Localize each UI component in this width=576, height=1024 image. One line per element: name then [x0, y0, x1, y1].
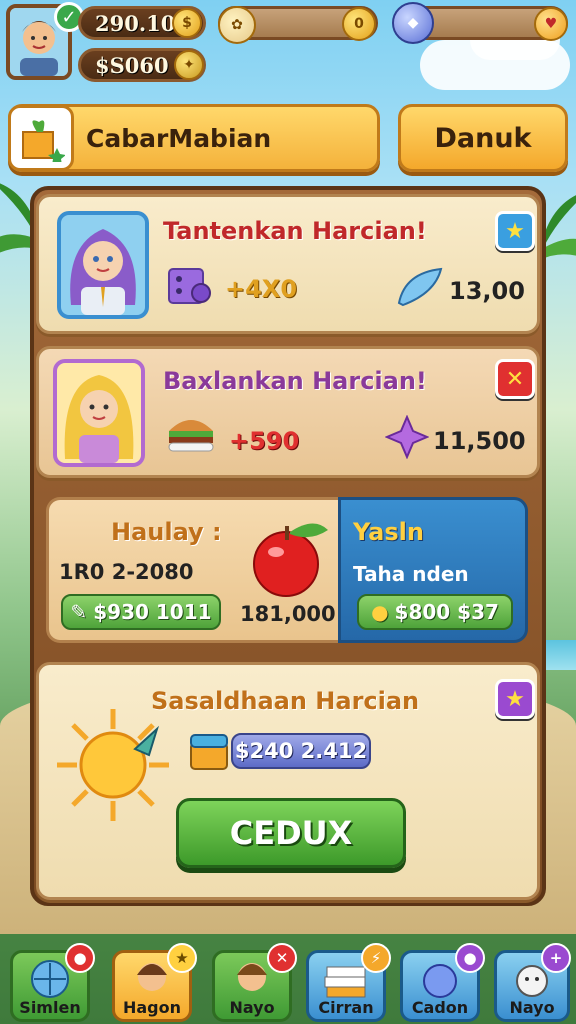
nav-item-simlen[interactable]: ● Simlen [10, 943, 95, 1022]
quest-title-2: Baxlankan Harcian! [163, 367, 427, 395]
burger-icon [163, 409, 219, 459]
nav-item-nayo-2[interactable]: + Nayo [494, 943, 571, 1022]
right-offer-panel[interactable]: Yasln Taha nden ● $800 $37 [338, 497, 528, 643]
cedux-button[interactable]: CEDUX [176, 798, 406, 868]
plus-icon: + [541, 943, 571, 973]
close-icon: ✕ [267, 943, 297, 973]
right-offer-title: Yasln [353, 518, 424, 546]
event-title: CabarMabian [86, 123, 272, 153]
orb-icon: ● [455, 943, 485, 973]
left-offer-title: Haulay : [111, 518, 222, 546]
left-offer-price-pill[interactable]: ✎ $930 1011 [61, 594, 221, 630]
lightning-icon: ⚡ [361, 943, 391, 973]
apple-icon [244, 512, 334, 602]
right-offer-price-pill[interactable]: ● $800 $37 [357, 594, 513, 630]
treasure-chest-icon [187, 729, 231, 773]
quest-portrait-1 [57, 211, 149, 319]
coin-icon: $ [172, 8, 202, 38]
quest-secondary-2: 11,500 [433, 427, 526, 455]
nav-label: Cirran [318, 998, 374, 1017]
nav-badge-2: ★ [167, 943, 197, 973]
nav-item-nayo[interactable]: ✕ Nayo [212, 943, 297, 1022]
nav-label: Nayo [229, 998, 275, 1017]
nav-label: Nayo [509, 998, 555, 1017]
cookie-icon: ✿ [218, 6, 256, 44]
gold-pile-icon: ✦ [174, 50, 204, 80]
feather-icon [395, 263, 445, 309]
paintbrush-icon: ✎ [70, 600, 88, 624]
center-offer-value: 181,000 [240, 602, 336, 626]
quest-portrait-2 [53, 359, 145, 467]
star-icon[interactable]: ★ [495, 679, 535, 719]
daily-title: Sasaldhaan Harcian [151, 687, 420, 715]
machine-part-icon [163, 259, 213, 309]
nav-item-cirran[interactable]: ⚡ Cirran [306, 943, 391, 1022]
nav-badge-1: ● [65, 943, 95, 973]
quest-reward-2: +590 [229, 427, 300, 455]
right-offer-subtitle: Taha nden [353, 562, 469, 586]
nav-label: Hagon [122, 998, 182, 1017]
quest-title-1: Tantenkan Harcian! [163, 217, 427, 245]
nav-label: Cadon [411, 998, 469, 1017]
woman-purple-hair-icon [70, 229, 136, 315]
left-offer-price: $930 1011 [93, 600, 212, 624]
nav-label: Simlen [19, 998, 81, 1017]
gift-box-icon [8, 105, 74, 171]
daily-reward-pill: $240 2.412 [231, 733, 371, 769]
close-icon[interactable]: ✕ [495, 359, 535, 399]
nav-item-hagon[interactable]: ★ Hagon [112, 943, 197, 1022]
danuk-button[interactable]: Danuk [398, 104, 568, 172]
left-offer-subtitle: 1R0 2-2080 [59, 560, 194, 584]
mango-icon: ● [371, 600, 389, 624]
quest-reward-1: +4X0 [225, 275, 298, 303]
heart-icon[interactable]: ♥ [534, 7, 568, 41]
sun-icon [53, 705, 173, 825]
nav-item-cadon[interactable]: ● Cadon [400, 943, 485, 1022]
cash-value: $S060 [95, 52, 169, 78]
right-offer-price: $800 $37 [394, 600, 499, 624]
quest-card-1[interactable]: Tantenkan Harcian! ★ +4X0 13,00 [36, 194, 540, 334]
coins-value: 290.10 [95, 10, 176, 36]
star-icon[interactable]: ★ [495, 211, 535, 251]
purple-crystal-icon [385, 415, 429, 459]
quest-card-2[interactable]: Baxlankan Harcian! ✕ +590 11,500 [36, 346, 540, 478]
quest-secondary-1: 13,00 [449, 277, 525, 305]
woman-blonde-hair-icon [64, 375, 134, 463]
event-title-banner: CabarMabian [8, 104, 380, 172]
coin-icon: 0 [342, 7, 376, 41]
bottom-nav: ● Simlen ★ Hagon ✕ Nayo ⚡ Cirran ● Cadon… [0, 943, 576, 1024]
gem-icon: ◆ [392, 2, 434, 44]
